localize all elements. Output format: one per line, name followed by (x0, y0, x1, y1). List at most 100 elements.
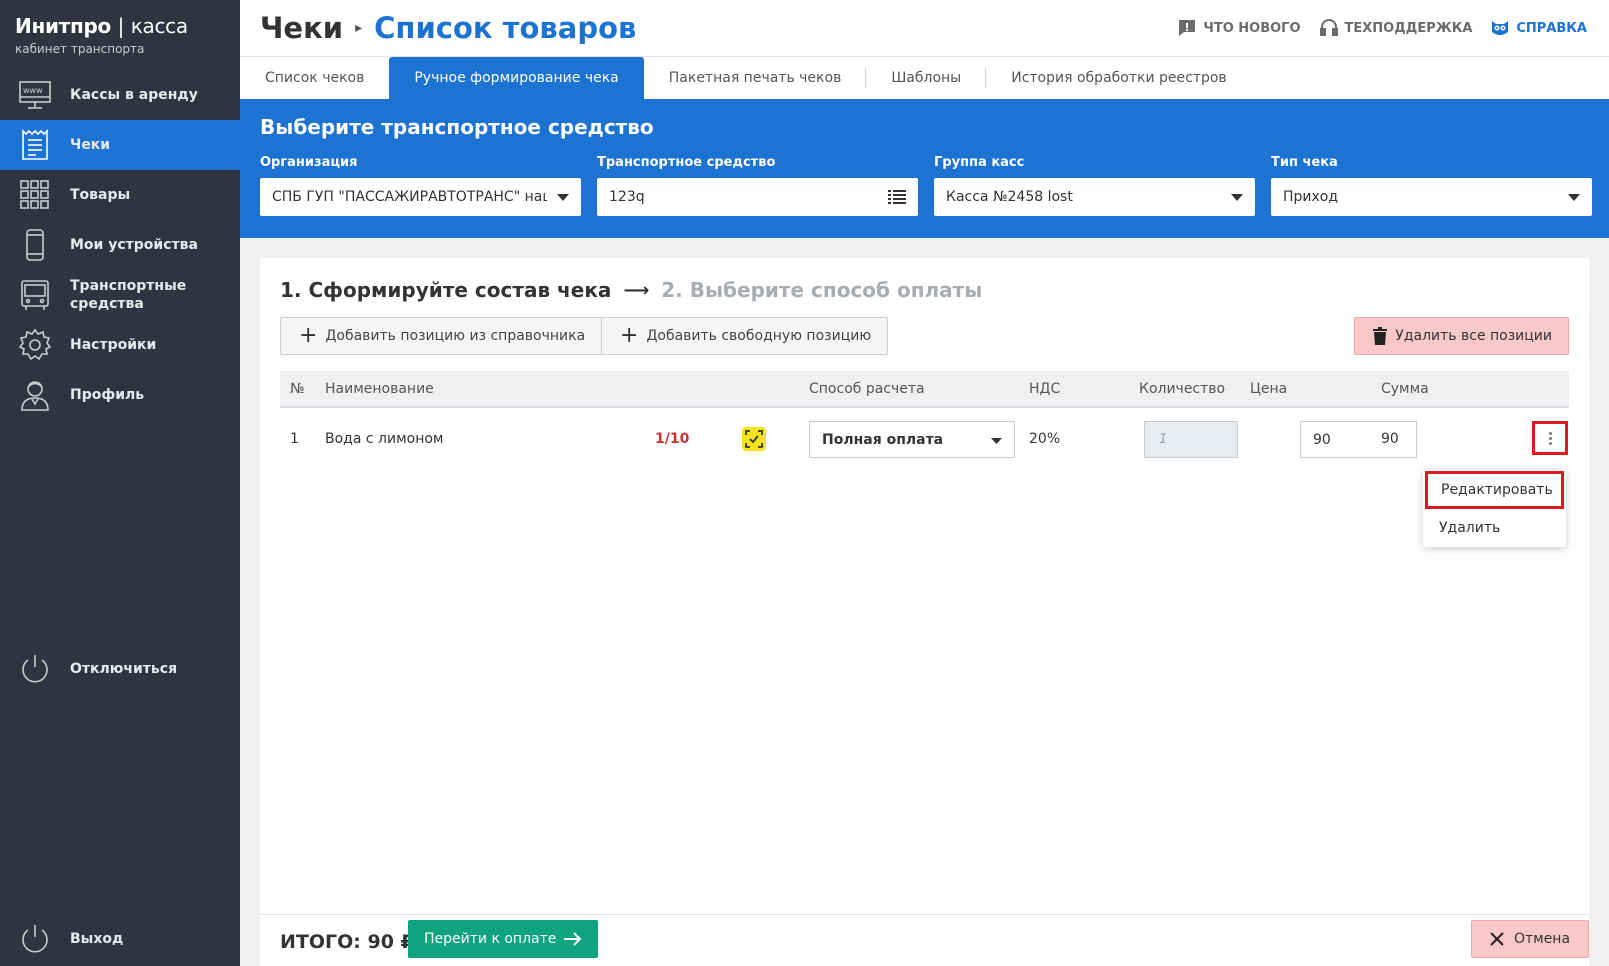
total-amount: ИТОГО: 90 ₽ (280, 931, 414, 953)
add-free-position-label: Добавить свободную позицию (646, 328, 872, 344)
price-input[interactable]: 90 (1300, 421, 1417, 458)
row-actions-button[interactable] (1532, 421, 1568, 455)
step-2: 2. Выберите способ оплаты (661, 278, 983, 302)
col-sum: Сумма (1381, 381, 1429, 397)
brand-name: Инитпро (15, 14, 111, 38)
logo[interactable]: Инитпро | касса кабинет транспорта (0, 0, 240, 70)
tab-batch-print[interactable]: Пакетная печать чеков (644, 57, 867, 99)
add-free-position-button[interactable]: + Добавить свободную позицию (601, 317, 889, 355)
www-monitor-icon: www (17, 77, 53, 113)
col-name: Наименование (325, 381, 434, 397)
sidebar-item-goods[interactable]: Товары (0, 170, 240, 220)
caret-down-icon (547, 193, 569, 201)
list-icon[interactable] (884, 190, 906, 204)
disconnect-label: Отключиться (70, 661, 178, 677)
payment-method-select[interactable]: Полная оплата (809, 421, 1015, 458)
cash-group-select[interactable]: Касса №2458 lost (934, 178, 1255, 216)
quantity-input[interactable]: 1 (1144, 421, 1238, 458)
row-num: 1 (290, 431, 299, 447)
sidebar-item-profile[interactable]: Профиль (0, 370, 240, 420)
news-icon (1179, 20, 1196, 36)
receipt-type-select[interactable]: Приход (1271, 178, 1592, 216)
top-links: Что нового Техподдержка Справка (1177, 18, 1587, 38)
disconnect-button[interactable]: Отключиться (0, 644, 240, 694)
plus-icon: + (620, 323, 639, 348)
payment-method-value: Полная оплата (822, 431, 944, 448)
trash-icon (1373, 327, 1388, 345)
sidebar-item-label: Кассы в аренду (70, 87, 198, 103)
help-link[interactable]: Справка (1490, 18, 1587, 38)
organization-field: Организация СПБ ГУП "ПАССАЖИРАВТОТРАНС" … (260, 155, 581, 216)
svg-text:www: www (23, 86, 43, 95)
sidebar-item-receipts[interactable]: Чеки (0, 120, 240, 170)
proceed-to-payment-button[interactable]: Перейти к оплате (408, 920, 599, 958)
whats-new-link[interactable]: Что нового (1177, 18, 1301, 38)
cancel-button[interactable]: Отмена (1471, 920, 1589, 958)
support-label: Техподдержка (1344, 20, 1473, 36)
sidebar: Инитпро | касса кабинет транспорта www К… (0, 0, 240, 966)
organization-select[interactable]: СПБ ГУП "ПАССАЖИРАВТОТРАНС" наш (260, 178, 581, 216)
user-icon (17, 377, 53, 413)
sidebar-item-vehicles[interactable]: Транспортные средства (0, 270, 240, 320)
page-title: Список товаров (374, 11, 637, 45)
delete-all-label: Удалить все позиции (1395, 328, 1552, 344)
whats-new-label: Что нового (1203, 20, 1301, 36)
receipt-type-label: Тип чека (1271, 155, 1338, 170)
tab-manual-receipt[interactable]: Ручное формирование чека (389, 57, 644, 99)
row-context-menu: Редактировать Удалить (1423, 469, 1566, 547)
vehicle-selector-panel: Выберите транспортное средство Организац… (240, 99, 1609, 238)
col-qty: Количество (1139, 381, 1226, 397)
price-value: 90 (1313, 431, 1331, 448)
delete-all-button[interactable]: Удалить все позиции (1354, 317, 1569, 355)
logout-label: Выход (70, 931, 124, 947)
edit-menu-item[interactable]: Редактировать (1425, 471, 1564, 509)
add-from-catalog-label: Добавить позицию из справочника (325, 328, 586, 344)
sidebar-item-label: Товары (70, 187, 131, 203)
row-name: Вода с лимоном (325, 431, 444, 447)
close-icon (1490, 932, 1504, 946)
tab-templates[interactable]: Шаблоны (866, 57, 987, 99)
bus-icon (17, 277, 53, 313)
vehicle-input[interactable]: 123q (597, 178, 918, 216)
caret-down-icon (991, 432, 1002, 448)
receipt-type-field: Тип чека Приход (1271, 155, 1592, 216)
sidebar-item-rent-cashiers[interactable]: www Кассы в аренду (0, 70, 240, 120)
brand-product: касса (130, 14, 188, 38)
scan-check-icon[interactable] (742, 427, 766, 451)
col-num: № (290, 381, 305, 397)
support-link[interactable]: Техподдержка (1319, 18, 1473, 38)
owl-icon (1492, 21, 1509, 35)
power-icon (17, 921, 53, 957)
caret-down-icon (1221, 193, 1243, 201)
tab-bar: Список чеков Ручное формирование чека Па… (240, 57, 1609, 99)
tab-receipt-list[interactable]: Список чеков (240, 57, 389, 99)
add-from-catalog-button[interactable]: + Добавить позицию из справочника (280, 317, 603, 355)
table-header: № Наименование Способ расчета НДС Количе… (280, 371, 1569, 408)
breadcrumb: Чеки ▸ Список товаров (260, 11, 636, 45)
sidebar-item-label: Профиль (70, 387, 145, 403)
cash-group-field: Группа касс Касса №2458 lost (934, 155, 1255, 216)
sidebar-item-label: Чеки (70, 137, 111, 153)
sidebar-item-settings[interactable]: Настройки (0, 320, 240, 370)
arrow-right-icon: ⟶ (623, 279, 650, 301)
arrow-right-icon (564, 932, 582, 946)
sidebar-item-label: Транспортные средства (70, 278, 187, 312)
row-vat: 20% (1029, 431, 1061, 447)
tab-registry-history[interactable]: История обработки реестров (986, 57, 1251, 99)
grid-icon (17, 177, 53, 213)
row-ratio: 1/10 (655, 431, 690, 447)
cash-group-label: Группа касс (934, 155, 1025, 170)
caret-down-icon (1558, 193, 1580, 201)
sidebar-item-devices[interactable]: Мои устройства (0, 220, 240, 270)
vehicle-selector-title: Выберите транспортное средство (260, 115, 654, 139)
organization-label: Организация (260, 155, 358, 170)
kebab-menu-icon (1548, 431, 1552, 445)
col-payment: Способ расчета (809, 381, 925, 397)
power-icon (17, 651, 53, 687)
row-sum: 90 (1381, 431, 1399, 447)
delete-menu-item[interactable]: Удалить (1423, 509, 1566, 547)
gear-icon (17, 327, 53, 363)
logout-button[interactable]: Выход (0, 914, 240, 964)
organization-value: СПБ ГУП "ПАССАЖИРАВТОТРАНС" наш (272, 189, 547, 205)
breadcrumb-parent[interactable]: Чеки (260, 11, 343, 45)
